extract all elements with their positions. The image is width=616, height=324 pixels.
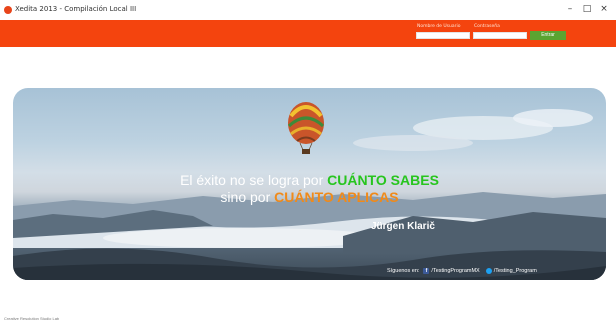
quote-line-1-highlight: CUÁNTO SABES [327, 172, 439, 188]
quote-line-1-text: El éxito no se logra por [180, 172, 328, 188]
twitter-icon [485, 268, 492, 274]
social-prompt: Síguenos en: [387, 268, 420, 274]
app-window: Xedita 2013 - Compilación Local III – □ … [0, 0, 616, 324]
password-label: Contraseña [474, 24, 500, 29]
title-bar: Xedita 2013 - Compilación Local III – □ … [0, 0, 616, 20]
twitter-link[interactable]: /Testing_Program [494, 268, 537, 274]
close-button[interactable]: × [597, 2, 611, 16]
facebook-link[interactable]: /TestingProgramMX [431, 268, 479, 274]
login-bar: Nombre de Usuario Contraseña Entrar [0, 20, 616, 47]
hot-air-balloon-icon [287, 102, 325, 154]
password-input[interactable] [473, 32, 527, 39]
facebook-icon: f [423, 268, 430, 274]
social-links: Síguenos en: f /TestingProgramMX /Testin… [387, 266, 537, 276]
quote-line-1: El éxito no se logra por CUÁNTO SABES [13, 172, 606, 188]
quote-line-2-highlight: CUÁNTO APLICAS [274, 189, 399, 205]
maximize-button[interactable]: □ [580, 2, 594, 16]
login-button[interactable]: Entrar [530, 31, 566, 40]
username-input[interactable] [416, 32, 470, 39]
hero-banner: El éxito no se logra por CUÁNTO SABES si… [13, 88, 606, 280]
quote-line-2: sino por CUÁNTO APLICAS [13, 189, 606, 205]
window-title: Xedita 2013 - Compilación Local III [15, 5, 137, 13]
status-bar: Creative Resolution Studio Lab [4, 316, 60, 321]
minimize-button[interactable]: – [563, 2, 577, 16]
app-icon [4, 6, 12, 14]
username-label: Nombre de Usuario [417, 24, 461, 29]
quote-author: Jürgen Klarič [371, 221, 435, 232]
quote-line-2-text: sino por [220, 189, 275, 205]
